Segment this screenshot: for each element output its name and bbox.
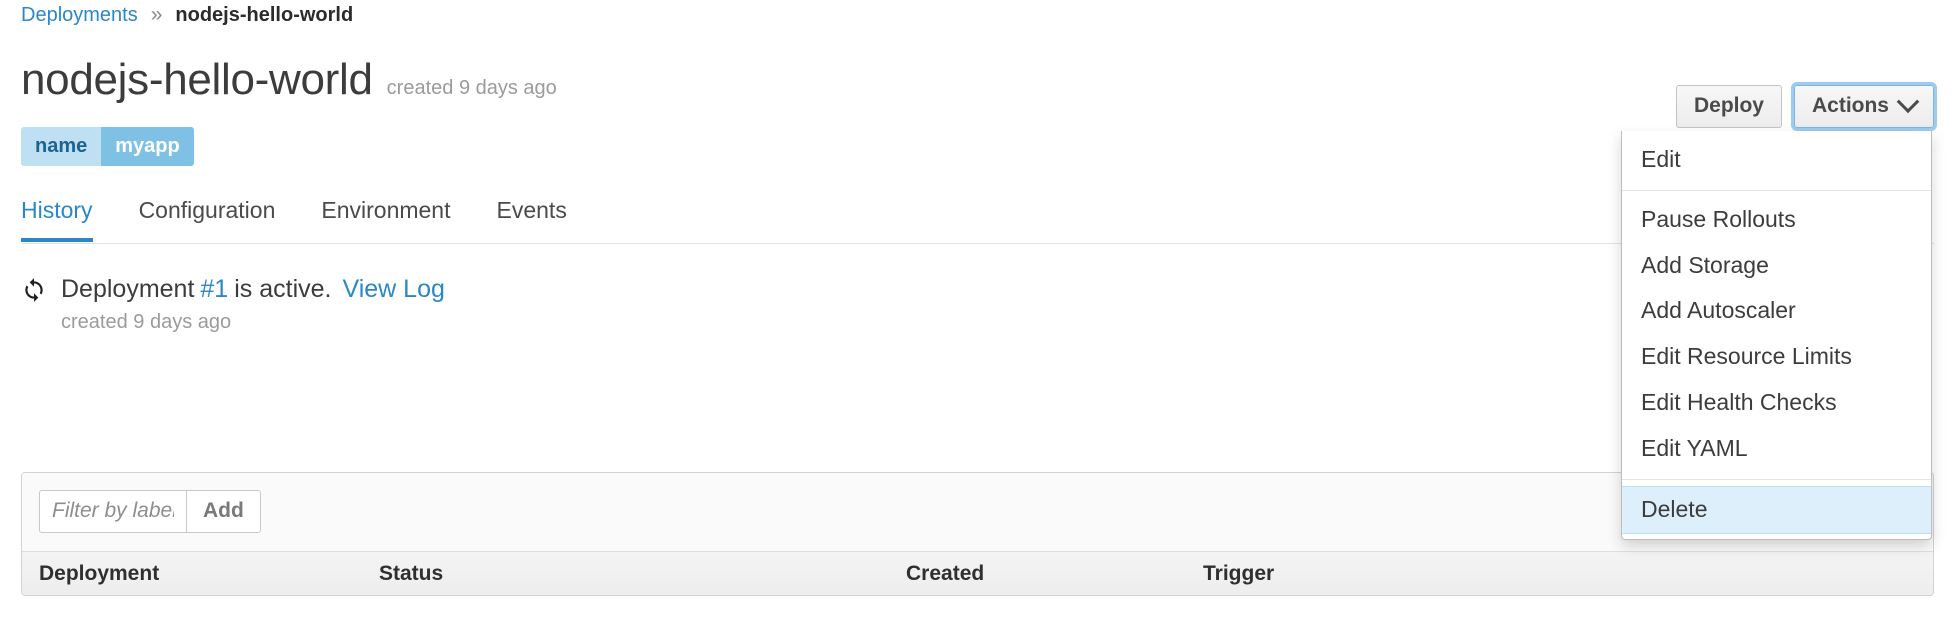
page-title: nodejs-hello-world (21, 55, 373, 104)
column-header-deployment[interactable]: Deployment (39, 562, 379, 586)
label-badge-key: name (21, 127, 102, 166)
tab-configuration[interactable]: Configuration (139, 197, 276, 242)
deployment-status-prefix: Deployment (61, 275, 195, 303)
label-badge[interactable]: name myapp (21, 127, 194, 166)
deployment-created-text: created 9 days ago (61, 311, 232, 333)
filter-by-label-input[interactable] (39, 490, 186, 533)
breadcrumb-current: nodejs-hello-world (175, 3, 354, 26)
deployment-status-suffix: is active. (234, 275, 332, 303)
menu-item-edit-resource-limits[interactable]: Edit Resource Limits (1622, 334, 1931, 380)
column-header-status[interactable]: Status (379, 562, 906, 586)
menu-item-add-autoscaler[interactable]: Add Autoscaler (1622, 288, 1931, 334)
actions-button[interactable]: Actions (1793, 85, 1934, 129)
page-header: nodejs-hello-world created 9 days ago (21, 58, 557, 102)
page-action-bar: Deploy Actions (1675, 85, 1934, 129)
deployment-status-line: Deployment #1 is active. View Log (21, 275, 445, 304)
menu-item-delete[interactable]: Delete (1622, 485, 1931, 534)
label-badge-list: name myapp (21, 127, 194, 166)
menu-item-edit[interactable]: Edit (1622, 137, 1931, 183)
deploy-button[interactable]: Deploy (1675, 85, 1782, 129)
menu-divider (1622, 478, 1931, 480)
column-header-created[interactable]: Created (906, 562, 1203, 586)
tab-events[interactable]: Events (497, 197, 567, 242)
breadcrumb-separator-icon: » (150, 3, 163, 26)
menu-item-pause-rollouts[interactable]: Pause Rollouts (1622, 197, 1931, 243)
label-badge-value: myapp (101, 127, 194, 166)
view-log-link[interactable]: View Log (342, 275, 444, 304)
menu-item-add-storage[interactable]: Add Storage (1622, 243, 1931, 289)
tab-history[interactable]: History (21, 197, 93, 242)
menu-item-edit-health-checks[interactable]: Edit Health Checks (1622, 380, 1931, 426)
add-label-button[interactable]: Add (186, 490, 261, 533)
menu-item-edit-yaml[interactable]: Edit YAML (1622, 426, 1931, 472)
column-header-trigger[interactable]: Trigger (1203, 562, 1503, 586)
label-filter-group: Add (39, 490, 261, 533)
actions-dropdown-menu: Edit Pause Rollouts Add Storage Add Auto… (1621, 131, 1932, 540)
deployment-status: Deployment #1 is active. View Log create… (21, 275, 445, 334)
actions-button-label: Actions (1811, 94, 1889, 117)
refresh-icon (21, 277, 47, 303)
page-subtitle: created 9 days ago (386, 77, 557, 99)
deployment-number-link[interactable]: #1 (200, 275, 228, 304)
tab-environment[interactable]: Environment (321, 197, 450, 242)
deployments-table-header: Deployment Status Created Trigger (22, 551, 1933, 595)
breadcrumb-link-deployments[interactable]: Deployments (21, 4, 138, 27)
menu-divider (1622, 189, 1931, 191)
breadcrumb: Deployments » nodejs-hello-world (21, 0, 353, 30)
chevron-down-icon (1896, 90, 1920, 114)
